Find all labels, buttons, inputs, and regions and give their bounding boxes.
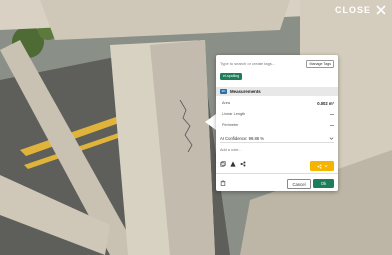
ok-button[interactable]: Ok [313,179,334,188]
copy-icon[interactable] [220,161,226,167]
annotation-panel: Manage Tags el-spalling 2D Measurements … [216,55,338,191]
measurement-value: — [329,111,334,117]
share-icon [316,163,322,169]
warning-icon[interactable] [230,161,236,167]
measurement-row-linear-length: Linear Length — [222,109,334,119]
panel-pointer [205,114,216,130]
ai-confidence-label: AI Confidence: 99.86 % [220,136,264,141]
measure-2d-icon: 2D [220,89,227,94]
measurement-row-perimeter: Perimeter — [222,120,334,130]
measurement-label: Area [222,101,231,105]
measurement-label: Linear Length [222,112,246,116]
ai-confidence-row[interactable]: AI Confidence: 99.86 % [220,135,334,143]
tool-icon-row [220,161,246,167]
measurement-value: 0.002 m² [317,100,334,106]
measurements-header[interactable]: 2D Measurements [216,87,338,96]
close-icon [376,5,386,15]
share-annotation-button[interactable] [310,161,334,171]
tag-search-row: Manage Tags [220,59,334,68]
measurement-label: Perimeter [222,123,239,127]
trash-icon [220,180,226,186]
measurement-row-area: Area 0.002 m² [222,98,334,108]
close-button[interactable]: CLOSE [335,5,386,15]
chevron-down-icon [329,137,334,140]
measurements-title: Measurements [230,89,261,94]
cancel-button[interactable]: Cancel [287,179,311,189]
share-icon[interactable] [240,161,246,167]
manage-tags-button[interactable]: Manage Tags [306,59,334,68]
delete-button[interactable] [220,180,226,187]
tag-chip[interactable]: el-spalling [220,73,243,80]
note-input[interactable] [220,148,330,152]
chevron-down-icon [323,165,328,168]
measurement-value: — [329,122,334,128]
close-label: CLOSE [334,5,371,15]
divider [216,173,338,174]
tag-search-input[interactable] [220,61,300,66]
